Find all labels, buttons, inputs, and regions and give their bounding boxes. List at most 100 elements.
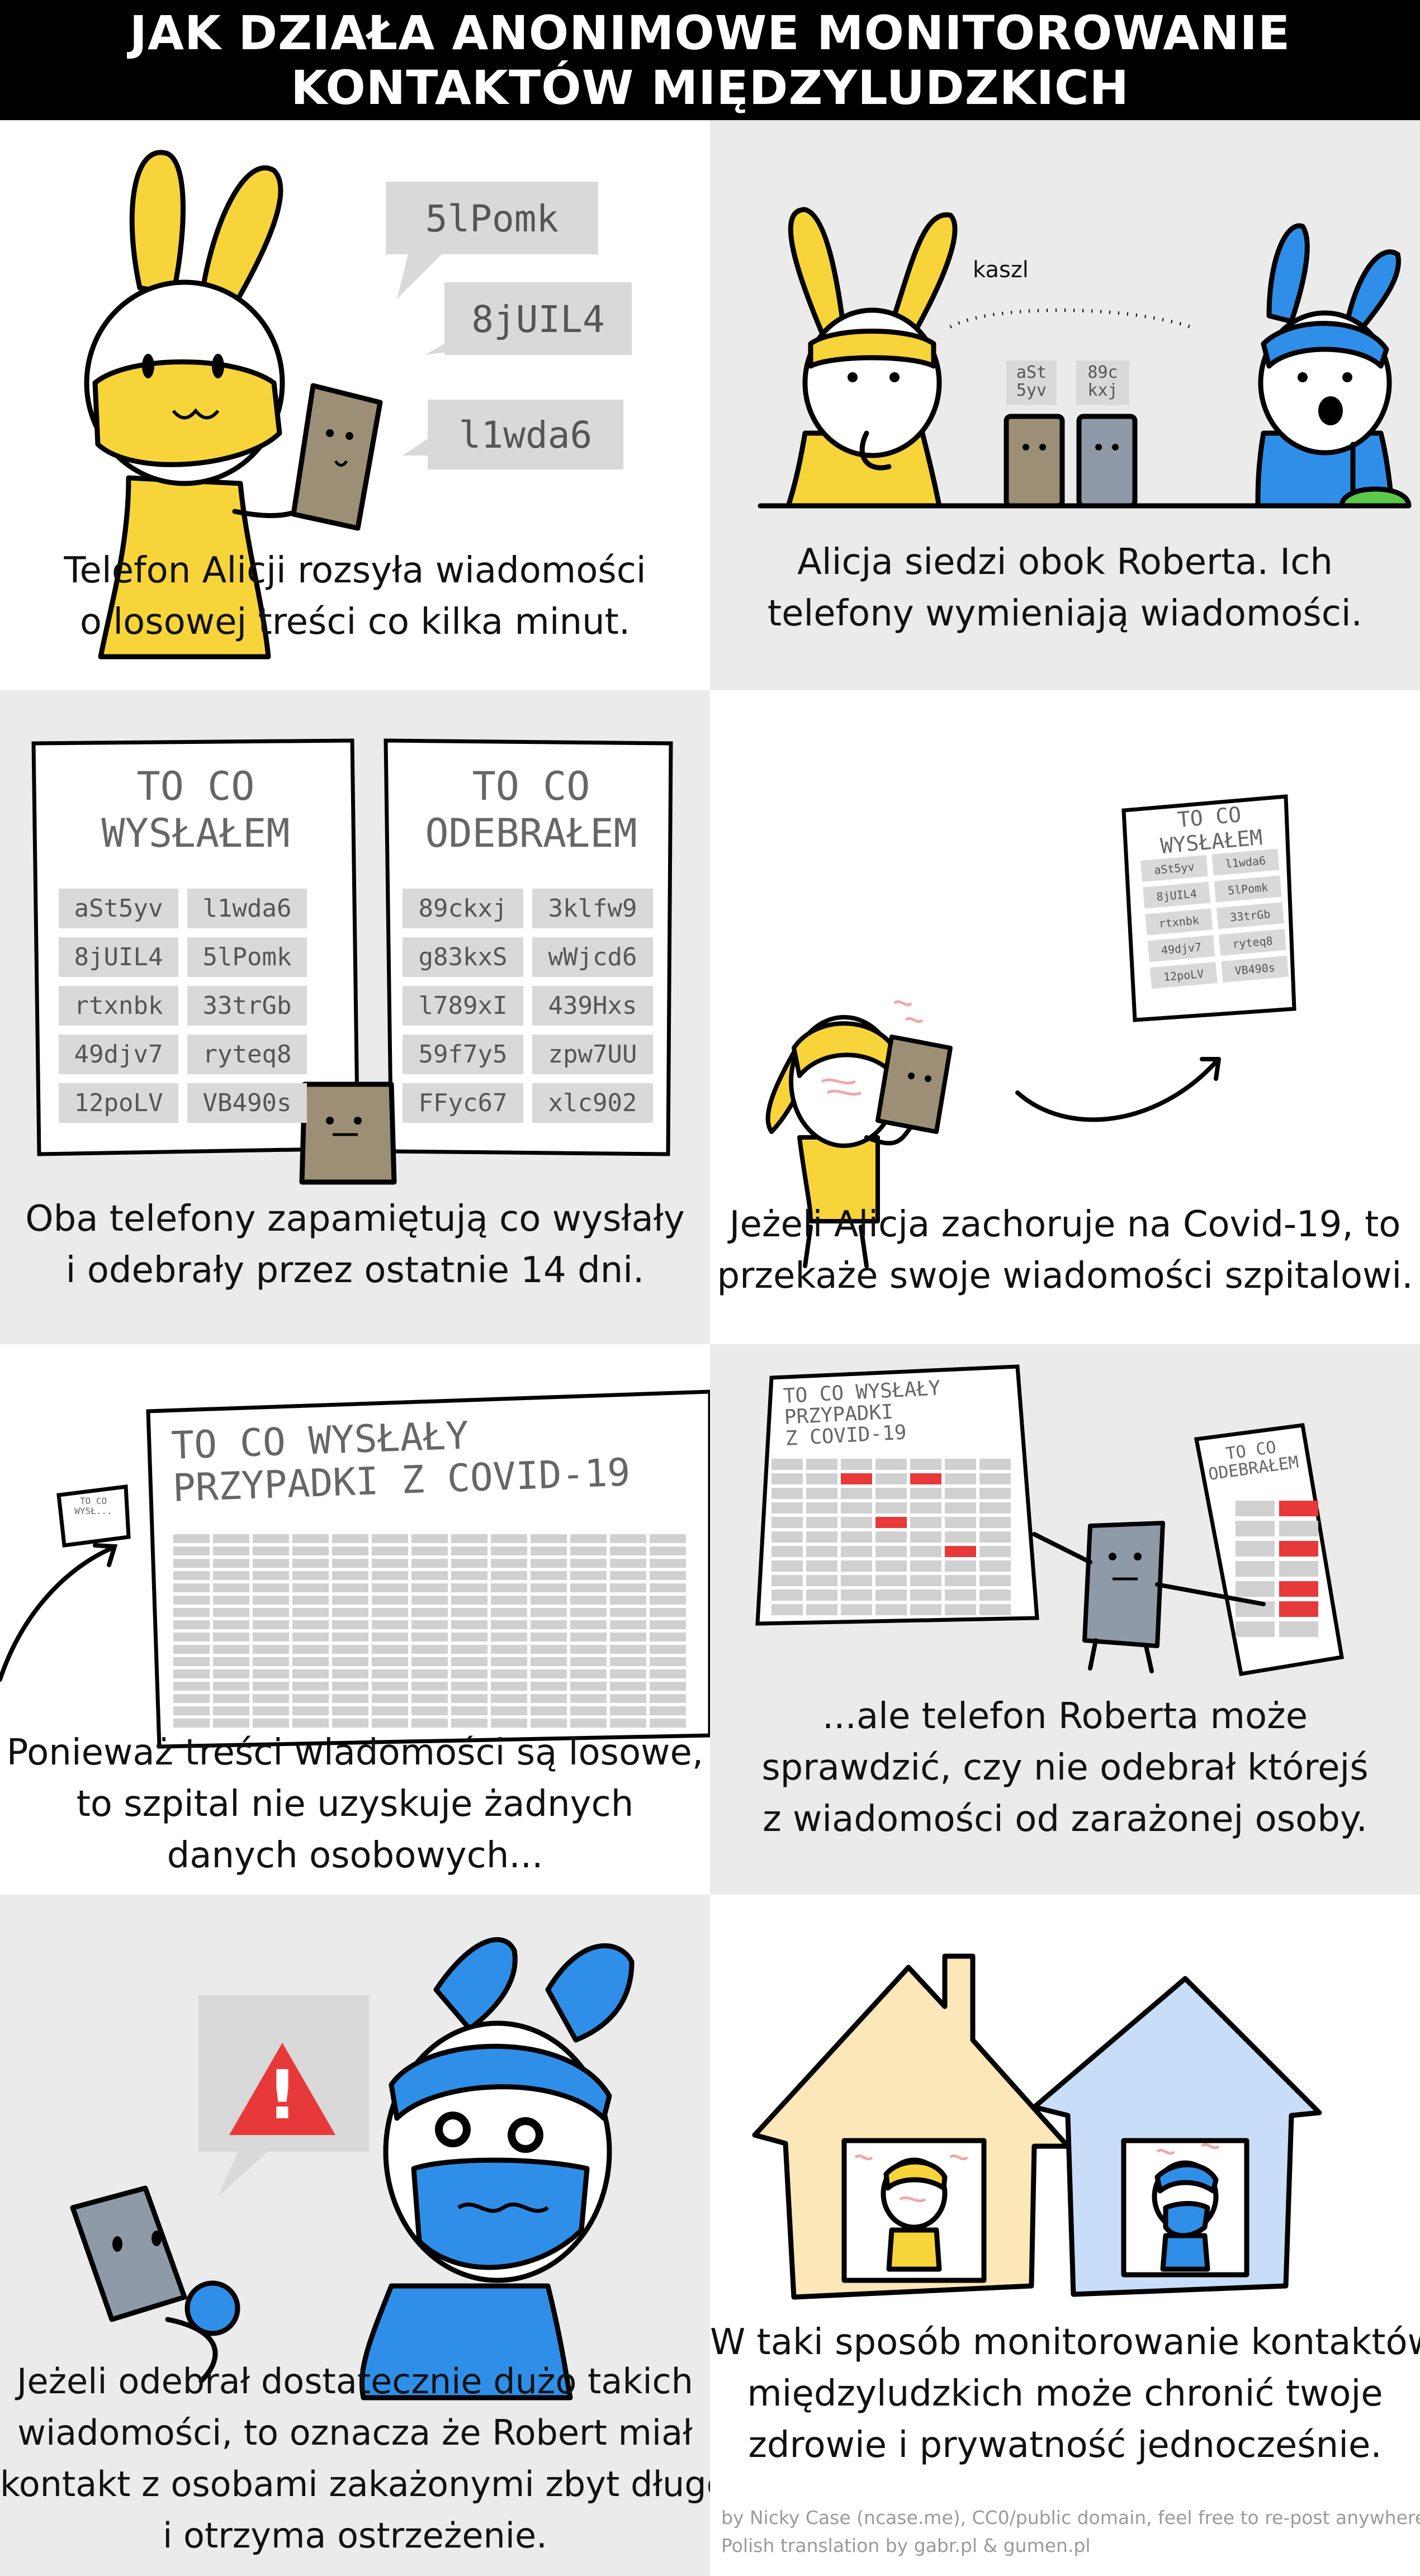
grid-cell [372,1694,408,1703]
grid-cell [213,1596,249,1605]
grid-cell [332,1571,368,1580]
grid-cell [875,1459,907,1470]
grid-cell [650,1546,686,1555]
grid-cell [531,1694,567,1703]
message-code: 3klfw9 [532,889,653,928]
grid-cell [910,1459,941,1470]
panel-3-caption: Oba telefony zapamiętują co wysłały i od… [0,1193,710,1296]
caption-line: danych osobowych... [167,1835,543,1876]
grid-cell [411,1546,448,1555]
grid-cell [910,1517,941,1528]
grid-cell [372,1571,408,1580]
grid-cell [1236,1621,1275,1637]
grid-cell [411,1645,448,1654]
grid-cell [910,1502,941,1514]
panel-8-caption: W taki sposób monitorowanie kontaktów mi… [710,2317,1420,2471]
grid-cell [650,1608,686,1617]
grid-cell [253,1719,289,1728]
grid-cell [570,1620,607,1629]
bubble-line: 5yv [1016,381,1047,400]
bubble-code-2: 8jUIL4 [471,298,605,341]
grid-cell [910,1488,941,1499]
grid-cell [491,1620,527,1629]
matched-cell [945,1546,976,1557]
grid-cell [332,1719,368,1728]
grid-cell [806,1546,837,1557]
grid-cell [1236,1501,1275,1516]
grid-cell [806,1590,837,1601]
grid-cell [610,1706,646,1715]
grid-cell [979,1459,1011,1470]
grid-cell [411,1596,448,1605]
title-line: TO CO [79,1496,107,1506]
caption-line: o losowej treści co kilka minut. [79,601,631,643]
matched-cell [1279,1601,1318,1617]
grid-cell [292,1583,329,1592]
title-line: WYSŁ... [74,1506,112,1516]
caption-line: kontakt z osobami zakażonymi zbyt długo [0,2464,710,2504]
grid-cell [332,1645,368,1654]
title-line: WYSŁAŁEM [101,810,290,856]
grid-cell [372,1583,408,1592]
grid-cell [332,1682,368,1691]
grid-cell [531,1620,567,1629]
grid-cell [841,1590,872,1601]
grid-cell [945,1560,976,1572]
case-message-grid [771,1459,1011,1615]
grid-cell [173,1571,210,1580]
grid-cell [173,1583,210,1592]
grid-cell [979,1488,1011,1499]
grid-cell [213,1657,249,1666]
grid-cell [570,1583,607,1592]
grid-cell [292,1633,329,1642]
grid-cell [451,1559,487,1568]
grid-cell [411,1706,448,1715]
message-code: 8jUIL4 [59,937,178,977]
grid-cell [570,1608,607,1617]
grid-cell [173,1645,210,1654]
caption-line: Jeżeli Alicja zachoruje na Covid-19, to [729,1204,1401,1245]
grid-cell [531,1546,567,1555]
grid-cell [570,1571,607,1580]
grid-cell [610,1608,646,1617]
grid-cell [173,1657,210,1666]
panel-6: TO CO WYSŁAŁY PRZYPADKI Z COVID-19 TO CO… [710,1344,1420,1895]
grid-cell [411,1571,448,1580]
grid-cell [451,1719,487,1728]
grid-cell [979,1604,1011,1615]
grid-cell [253,1645,289,1654]
grid-cell [173,1706,210,1715]
grid-cell [213,1620,249,1629]
grid-cell [841,1560,872,1572]
grid-cell [771,1546,803,1557]
panel-4: TO CO WYSŁAŁEM aSt5yv l1wda6 8jUIL4 5lPomk r… [710,690,1420,1344]
grid-cell [979,1502,1011,1514]
grid-cell [372,1657,408,1666]
grid-cell [253,1583,289,1592]
grid-cell [292,1719,329,1728]
grid-cell [332,1657,368,1666]
grid-cell [372,1608,408,1617]
grid-cell [372,1596,408,1605]
grid-cell [806,1473,837,1484]
grid-cell [213,1633,249,1642]
grid-cell [570,1559,607,1568]
grid-cell [531,1657,567,1666]
grid-cell [531,1706,567,1715]
grid-cell [173,1719,210,1728]
grid-cell [491,1657,527,1666]
grid-cell [650,1583,686,1592]
grid-cell [771,1590,803,1601]
caption-line: sprawdzić, czy nie odebrał którejś [761,1747,1369,1789]
grid-cell [650,1682,686,1691]
grid-cell [771,1517,803,1528]
message-code: rtxnbk [59,986,178,1026]
grid-cell [610,1596,646,1605]
grid-cell [570,1645,607,1654]
grid-cell [292,1657,329,1666]
caption-line: Jeżeli odebrał dostatecznie dużo takich [17,2361,693,2402]
matched-cell [910,1473,941,1484]
credits: by Nicky Case (ncase.me), CC0/public dom… [721,2504,1420,2560]
grid-cell [650,1657,686,1666]
sent-list-title: TO CO WYSŁAŁEM [39,763,352,857]
